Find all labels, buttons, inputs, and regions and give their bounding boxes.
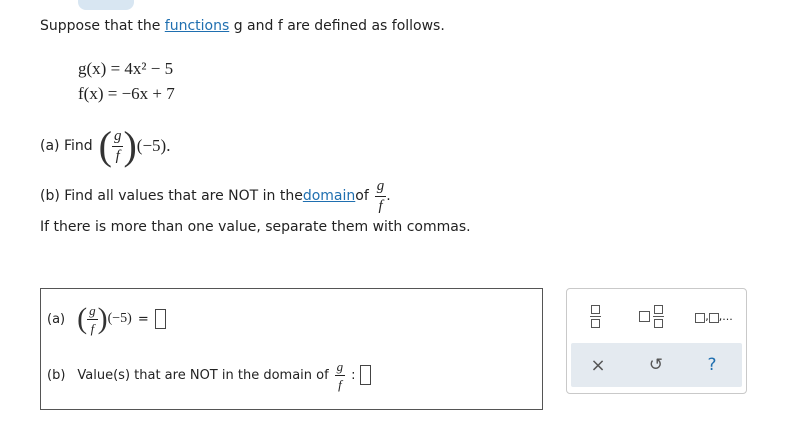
- answer-box: (a) ( g f ) (−5) = (b) Value(s) that are…: [40, 288, 543, 410]
- list-icon: , , ...: [695, 310, 733, 323]
- part-b-question: (b) Find all values that are NOT in the …: [40, 177, 391, 214]
- answer-b-fraction: g f: [334, 358, 346, 392]
- fraction-button[interactable]: [581, 301, 609, 331]
- clear-button[interactable]: ×: [583, 350, 613, 380]
- top-tab[interactable]: [78, 0, 134, 10]
- answer-a-fraction: g f: [87, 302, 98, 336]
- part-a-label: (a) Find: [40, 138, 93, 154]
- mixed-number-icon: [638, 304, 664, 328]
- f-definition: f(x) = −6x + 7: [78, 84, 175, 103]
- answer-a-label: (a): [47, 311, 66, 327]
- answer-a-equals: =: [137, 311, 149, 327]
- answer-b-colon: :: [351, 367, 356, 383]
- answer-a-input[interactable]: [154, 309, 166, 329]
- mixed-number-button[interactable]: [633, 301, 669, 331]
- left-paren: (: [98, 123, 112, 168]
- functions-link[interactable]: functions: [165, 18, 229, 34]
- undo-icon: ↺: [648, 355, 664, 375]
- help-icon: ?: [707, 355, 717, 375]
- answer-b-text: Value(s) that are NOT in the domain of: [77, 367, 329, 383]
- close-icon: ×: [590, 354, 606, 376]
- toolbar-actions: × ↺ ?: [571, 343, 742, 387]
- answer-a-argument: (−5): [107, 311, 132, 326]
- g-definition: g(x) = 4x² − 5: [78, 59, 174, 78]
- part-a-question: (a) Find ( g f ) (−5).: [40, 121, 170, 171]
- list-button[interactable]: , , ...: [691, 301, 737, 331]
- part-a-argument: (−5).: [136, 136, 171, 155]
- undo-button[interactable]: ↺: [641, 350, 671, 380]
- answer-b-label: (b): [47, 367, 66, 383]
- right-paren: ): [123, 123, 137, 168]
- part-b-instruction: If there is more than one value, separat…: [40, 219, 471, 235]
- answer-b-input[interactable]: [359, 365, 371, 385]
- fraction-icon: [589, 304, 601, 328]
- help-button[interactable]: ?: [697, 350, 727, 380]
- g-over-f-fraction-b: g f: [374, 177, 387, 214]
- answer-a-row: (a) ( g f ) (−5) =: [47, 299, 166, 339]
- intro-text: Suppose that the functions g and f are d…: [40, 18, 445, 34]
- math-toolbar: , , ... × ↺ ?: [566, 288, 747, 394]
- domain-link[interactable]: domain: [303, 188, 355, 204]
- g-over-f-fraction: g f: [111, 127, 124, 164]
- answer-b-row: (b) Value(s) that are NOT in the domain …: [47, 355, 371, 395]
